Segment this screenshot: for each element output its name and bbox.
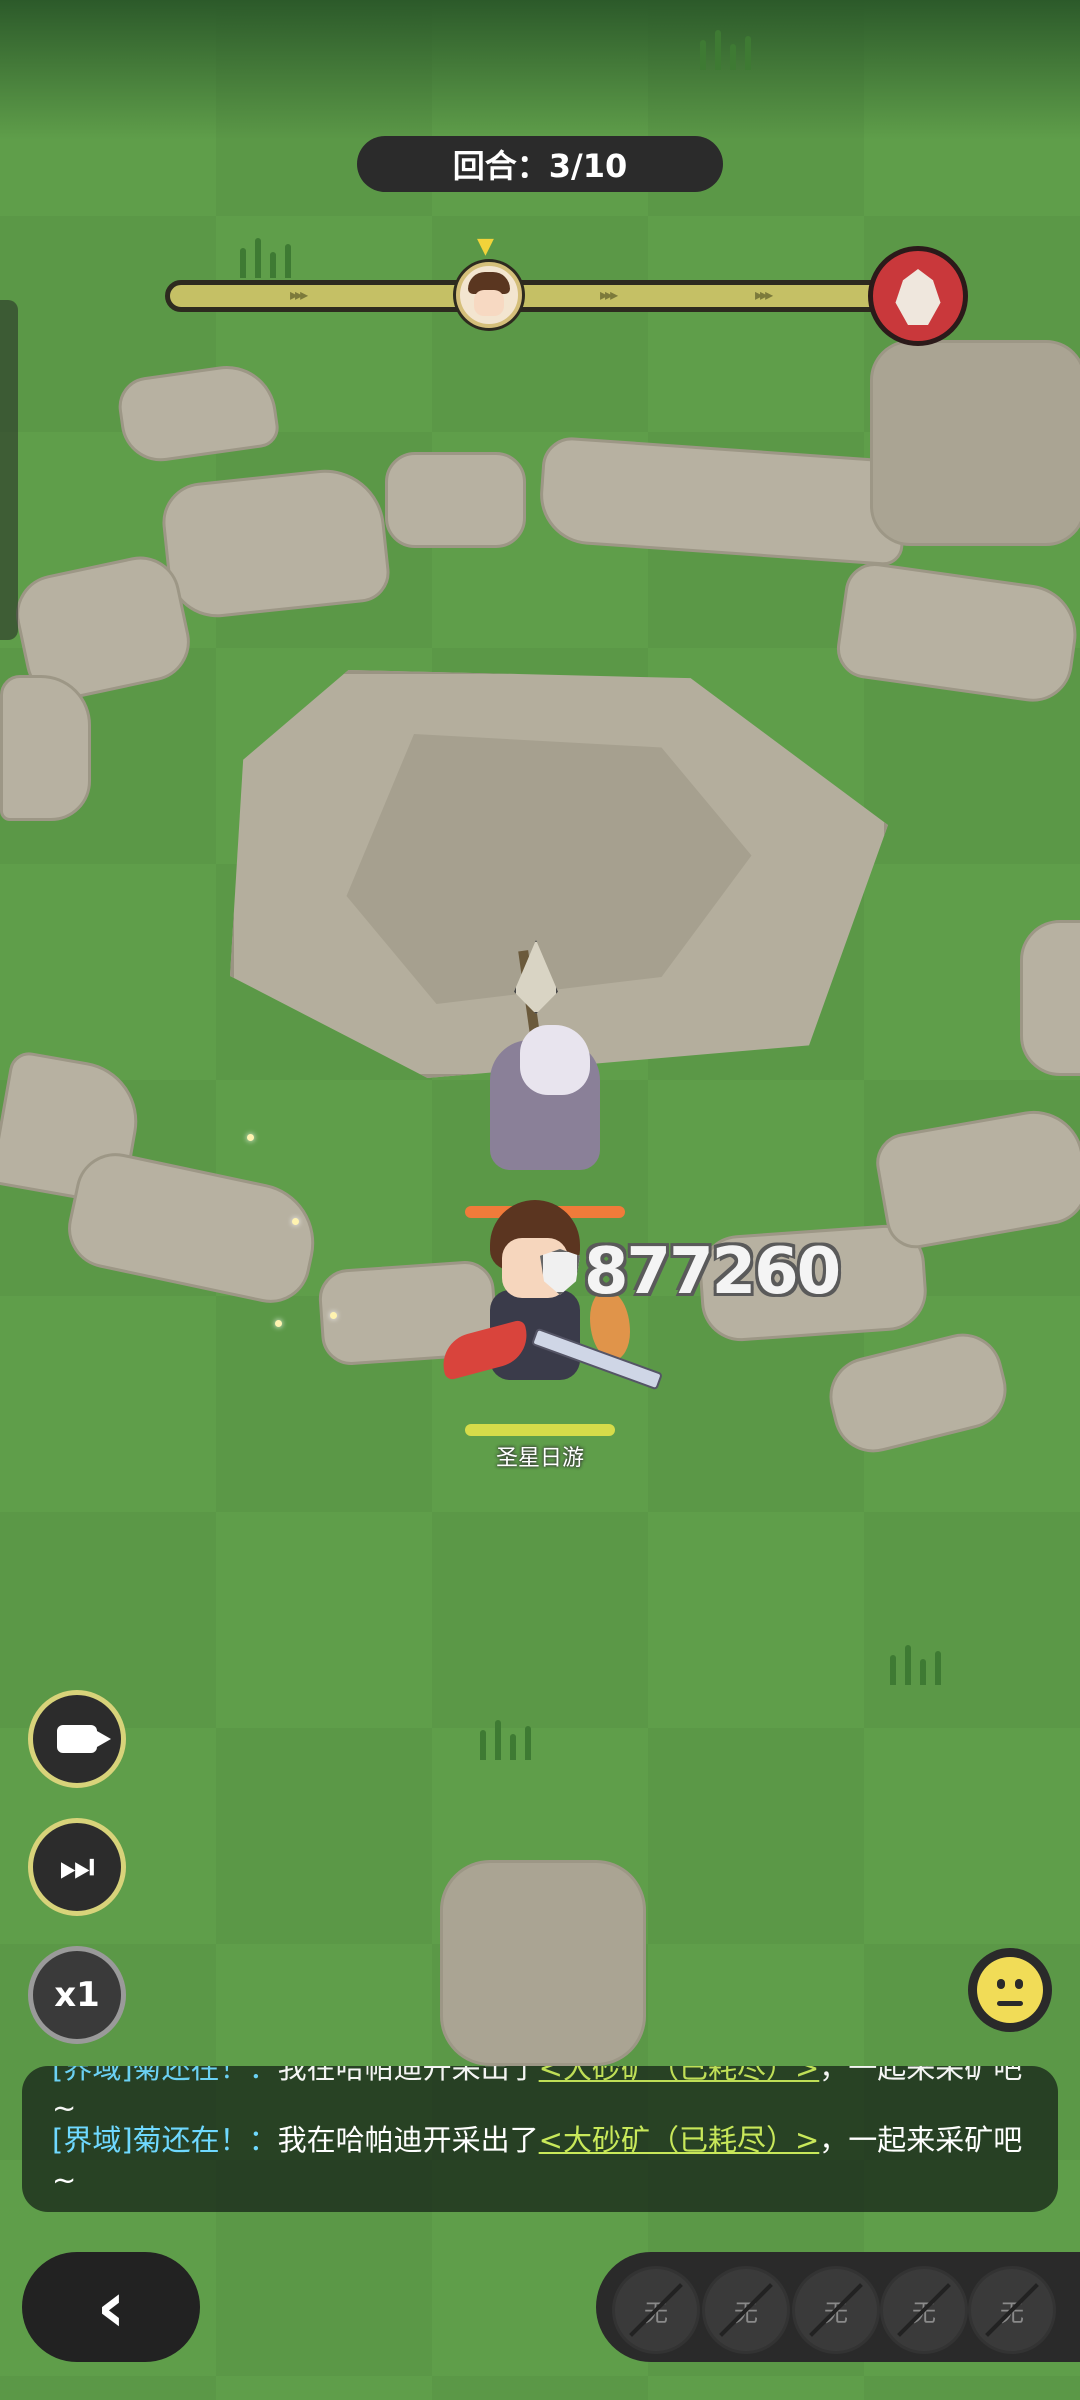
chat-panel[interactable]: [界域]菊还在！：我在哈帕迪开采出了<大砂矿（已耗尽）>，一起来采矿吧~ [界域…	[22, 2066, 1058, 2212]
grass-tuft	[880, 1645, 970, 1685]
shield-icon	[540, 1249, 580, 1295]
stone-slab	[1020, 920, 1080, 1076]
skill-slot[interactable]: 无	[880, 2266, 968, 2354]
turn-timeline-track	[165, 280, 895, 312]
skill-slot[interactable]: 无	[968, 2266, 1056, 2354]
stone-pile	[440, 1860, 646, 2066]
item-link[interactable]: <大砂矿（已耗尽）>	[539, 2066, 820, 2085]
speed-toggle-button[interactable]: x1	[28, 1946, 126, 2044]
spark-effect	[330, 1312, 337, 1319]
neutral-face-icon	[977, 1957, 1043, 2023]
skip-button[interactable]: ⏭	[28, 1818, 126, 1916]
item-link[interactable]: <大砂矿（已耗尽）>	[539, 2123, 820, 2157]
grass-tuft	[690, 30, 780, 70]
skill-slot[interactable]: 无	[612, 2266, 700, 2354]
hero-health-bar	[465, 1424, 615, 1436]
speed-label: x1	[54, 1975, 100, 2015]
grass-tuft	[470, 1720, 560, 1760]
camera-button[interactable]	[28, 1690, 126, 1788]
stone-pile	[870, 340, 1080, 546]
video-camera-icon	[57, 1725, 111, 1753]
timeline-arrows-icon: ▸▸▸	[290, 285, 308, 304]
stone-slab	[0, 675, 91, 821]
chat-message: [界域]菊还在！：我在哈帕迪开采出了<大砂矿（已耗尽）>，一起来采矿吧~	[52, 2066, 1032, 2128]
hero-name-label: 圣星日游	[495, 1446, 584, 1471]
skip-forward-icon: ⏭	[59, 1844, 95, 1890]
spark-effect	[247, 1134, 254, 1141]
turn-counter: 回合：3/10	[357, 136, 723, 192]
timeline-marker-icon: ▼	[477, 234, 494, 259]
boss-avatar	[868, 246, 968, 346]
skill-slot[interactable]: 无	[792, 2266, 880, 2354]
side-drawer-handle[interactable]	[0, 300, 18, 640]
player-turn-avatar	[456, 262, 522, 328]
emoji-button[interactable]	[968, 1948, 1052, 2032]
spark-effect	[292, 1218, 299, 1225]
timeline-arrows-icon: ▸▸▸	[755, 285, 773, 304]
chat-message: [界域]菊还在！：我在哈帕迪开采出了<大砂矿（已耗尽）>，一起来采矿吧~	[52, 2123, 1023, 2197]
damage-popup: 877260	[540, 1235, 841, 1309]
stone-slab	[385, 452, 526, 548]
skill-slot[interactable]: 无	[702, 2266, 790, 2354]
damage-number: 877260	[584, 1235, 841, 1309]
top-shade	[0, 0, 1080, 140]
grass-tuft	[230, 238, 320, 278]
stone-slab	[158, 463, 393, 623]
timeline-arrows-icon: ▸▸▸	[600, 285, 618, 304]
enemy-goat-warrior	[470, 940, 620, 1200]
spark-effect	[275, 1320, 282, 1327]
back-button[interactable]: ‹	[22, 2252, 200, 2362]
chevron-left-icon: ‹	[96, 2266, 126, 2348]
